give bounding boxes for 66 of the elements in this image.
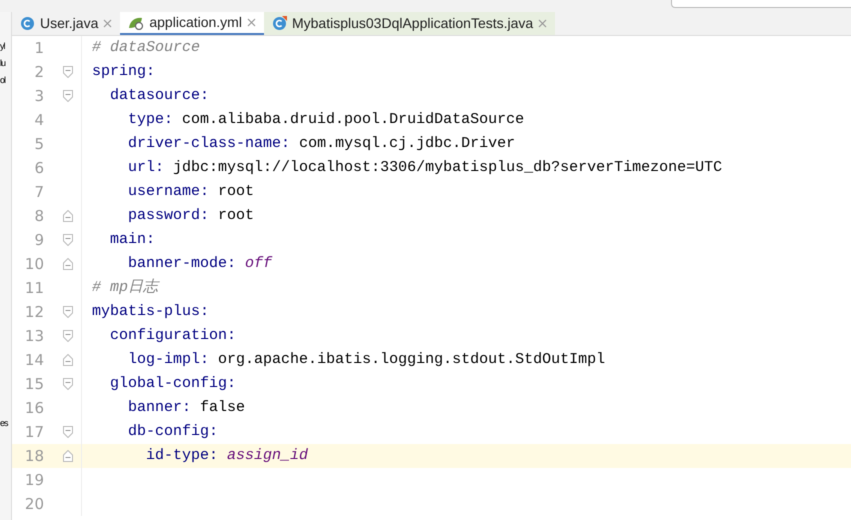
line-number: 20 xyxy=(24,494,44,515)
code-line: datasource: xyxy=(109,86,210,104)
line-number: 15 xyxy=(24,374,44,395)
line-number: 14 xyxy=(24,350,44,371)
code-line: log-impl: org.apache.ibatis.logging.stdout.StdOutImpl xyxy=(127,350,606,368)
line-number: 12 xyxy=(24,302,44,323)
fold-icon[interactable] xyxy=(62,330,72,342)
code-line: password: root xyxy=(127,206,254,224)
fold-icon[interactable] xyxy=(62,426,72,438)
line-number: 7 xyxy=(33,182,44,203)
fold-icon[interactable] xyxy=(62,66,72,78)
code-line: global-config: xyxy=(109,374,236,392)
close-icon[interactable] xyxy=(246,18,256,27)
code-line: username: root xyxy=(127,182,254,200)
tab-label: application.yml xyxy=(149,13,242,32)
close-icon[interactable] xyxy=(538,19,548,28)
code-line: configuration: xyxy=(109,326,236,344)
code-line: id-type: assign_id xyxy=(145,446,308,464)
line-number: 11 xyxy=(24,278,44,299)
fold-end-icon[interactable] xyxy=(62,258,72,270)
search-field[interactable] xyxy=(671,0,851,8)
fold-icon[interactable] xyxy=(62,90,72,102)
fold-icon[interactable] xyxy=(62,234,72,246)
line-number: 16 xyxy=(24,398,44,419)
line-number: 17 xyxy=(24,422,44,443)
code-line: banner-mode: off xyxy=(127,254,272,272)
file-tab[interactable]: application.yml xyxy=(120,12,264,35)
code-line: type: com.alibaba.druid.pool.DruidDataSource xyxy=(127,110,524,128)
file-tab[interactable]: User.java xyxy=(12,12,120,35)
line-number: 6 xyxy=(33,158,44,179)
class-icon xyxy=(20,16,35,31)
project-item[interactable]: es xyxy=(0,417,11,430)
code-line: url: jdbc:mysql://localhost:3306/mybatisplus_db?serverTimezone=UTC xyxy=(127,158,722,176)
code-line: mybatis-plus: xyxy=(92,302,210,320)
fold-icon[interactable] xyxy=(62,378,72,390)
line-number: 8 xyxy=(33,206,44,227)
code-comment: # mp日志 xyxy=(92,278,158,296)
code-line: driver-class-name: com.mysql.cj.jdbc.Driver xyxy=(127,134,516,152)
code-line: main: xyxy=(109,230,156,248)
line-number: 2 xyxy=(33,62,44,83)
fold-end-icon[interactable] xyxy=(62,210,72,222)
code-line: banner: false xyxy=(127,398,246,416)
code-line: db-config: xyxy=(127,422,218,440)
line-number: 10 xyxy=(24,254,44,275)
line-number: 18 xyxy=(24,446,44,467)
test-class-icon xyxy=(272,16,287,31)
close-icon[interactable] xyxy=(103,19,112,28)
line-number: 4 xyxy=(33,110,44,131)
fold-end-icon[interactable] xyxy=(62,354,72,366)
line-number: 9 xyxy=(33,230,44,251)
line-number: 1 xyxy=(33,38,44,59)
fold-icon[interactable] xyxy=(62,306,72,318)
file-tab[interactable]: Mybatisplus03DqlApplicationTests.java xyxy=(264,12,556,35)
code-line: spring: xyxy=(92,62,156,80)
tab-label: Mybatisplus03DqlApplicationTests.java xyxy=(292,14,534,33)
line-number: 19 xyxy=(24,470,44,491)
fold-end-icon[interactable] xyxy=(62,450,72,462)
line-number: 13 xyxy=(24,326,44,347)
project-item[interactable]: ol xyxy=(0,74,11,87)
line-number: 3 xyxy=(33,86,44,107)
tab-label: User.java xyxy=(40,14,98,33)
line-number: 5 xyxy=(33,134,44,155)
project-item[interactable]: yl xyxy=(0,40,11,53)
code-comment: # dataSource xyxy=(92,38,200,56)
project-item[interactable]: lu xyxy=(0,57,11,70)
leaf-icon xyxy=(128,16,144,30)
